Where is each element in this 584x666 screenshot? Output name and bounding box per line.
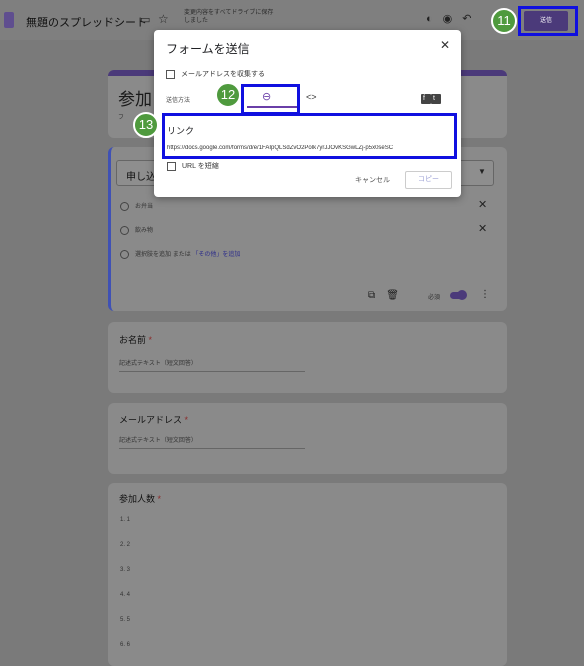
step-badge-11: 11: [491, 8, 517, 34]
list-item: 6. 6: [120, 642, 131, 648]
star-icon[interactable]: ☆: [158, 12, 169, 26]
list-item: 2. 2: [120, 542, 131, 548]
facebook-icon[interactable]: f: [421, 94, 431, 104]
dialog-title: フォームを送信: [166, 42, 250, 56]
palette-icon[interactable]: ◐: [426, 13, 443, 25]
step-badge-13: 13: [133, 112, 159, 138]
question-title-email: メールアドレス *: [119, 415, 189, 425]
option-row[interactable]: お弁当: [120, 201, 153, 211]
link-section-highlight: [162, 113, 457, 159]
short-answer-placeholder: 記述式テキスト（短文回答）: [119, 435, 305, 449]
list-item: 1. 1: [120, 517, 131, 523]
form-description[interactable]: フ: [118, 112, 124, 121]
forms-doc-icon[interactable]: [4, 12, 14, 28]
collect-email-option[interactable]: メールアドレスを収集する: [166, 69, 265, 79]
remove-option-icon[interactable]: ✕: [478, 222, 487, 235]
shorten-url-option[interactable]: URL を短縮: [167, 161, 219, 171]
close-icon[interactable]: ✕: [440, 38, 450, 52]
form-title[interactable]: 参加: [118, 85, 152, 110]
checkbox-icon[interactable]: [167, 161, 176, 171]
step-badge-12: 12: [215, 82, 241, 108]
delete-icon[interactable]: 🗑: [386, 290, 399, 301]
add-option-row[interactable]: 選択肢を追加 または 「その他」を追加: [120, 249, 240, 259]
list-item: 4. 4: [120, 592, 131, 598]
more-options-icon[interactable]: ⋮: [480, 289, 490, 300]
header-icons: ◐◉↶: [426, 12, 481, 25]
question-title-participants: 参加人数 *: [119, 494, 162, 504]
add-other-link[interactable]: 「その他」を追加: [192, 252, 240, 258]
social-share: ft: [421, 93, 441, 104]
radio-icon: [120, 225, 129, 235]
radio-icon: [120, 201, 129, 211]
folder-icon[interactable]: ▭: [140, 13, 150, 26]
list-item: 5. 5: [120, 617, 131, 623]
checkbox-icon[interactable]: [166, 69, 175, 79]
twitter-icon[interactable]: t: [431, 94, 441, 104]
link-label: リンク: [167, 126, 195, 136]
required-toggle[interactable]: [450, 290, 467, 300]
undo-icon[interactable]: ↶: [462, 13, 481, 25]
question-card-participants[interactable]: [108, 483, 507, 666]
send-method-label: 送信方法: [166, 98, 191, 104]
send-button[interactable]: 送信: [524, 11, 568, 31]
link-tab-underline: [247, 106, 297, 108]
option-row[interactable]: 飲み物: [120, 225, 153, 235]
form-url-field[interactable]: https://docs.google.com/forms/d/e/1FAIpQ…: [167, 145, 451, 151]
eye-icon[interactable]: ◉: [443, 13, 463, 25]
radio-icon: [120, 249, 129, 259]
remove-option-icon[interactable]: ✕: [478, 198, 487, 211]
document-title[interactable]: 無題のスプレッドシート: [26, 14, 147, 30]
required-label: 必須: [428, 295, 441, 301]
embed-icon[interactable]: <>: [306, 92, 317, 102]
short-answer-placeholder: 記述式テキスト（短文回答）: [119, 358, 305, 372]
question-actions: ⧉ 🗑: [368, 290, 399, 301]
cancel-button[interactable]: キャンセル: [355, 175, 390, 185]
question-title[interactable]: 申し込: [126, 168, 156, 183]
copy-icon[interactable]: ⧉: [368, 290, 375, 301]
copy-button[interactable]: コピー: [405, 171, 452, 189]
question-type-dropdown-icon[interactable]: ▼: [478, 167, 486, 176]
list-item: 3. 3: [120, 567, 131, 573]
save-status: 変更内容をすべてドライブに保存しました: [184, 10, 274, 24]
link-icon[interactable]: ⊖: [262, 90, 271, 103]
question-title-name: お名前 *: [119, 335, 153, 345]
